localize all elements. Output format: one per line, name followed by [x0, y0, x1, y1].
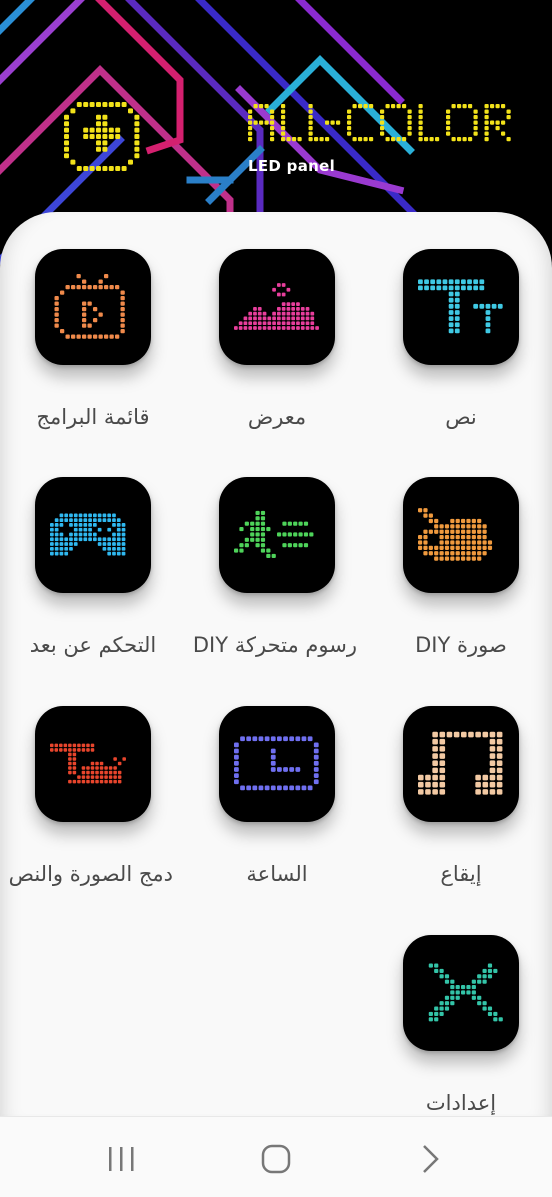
gamepad-icon [50, 513, 126, 556]
app-item-text-image-merge[interactable]: دمج الصورة والنص [8, 706, 173, 886]
palette-icon [418, 508, 493, 561]
app-tile[interactable] [403, 249, 519, 365]
home-icon[interactable] [246, 1139, 306, 1179]
app-label: رسوم متحركة DIY [192, 633, 357, 657]
clock-icon [234, 736, 319, 791]
app-item-running-man[interactable]: رسوم متحركة DIY [192, 477, 357, 657]
app-item-palette[interactable]: صورة DIY [381, 477, 541, 657]
app-item-gamepad[interactable]: التحكم عن بعد [13, 477, 173, 657]
running-man-icon [234, 510, 314, 559]
app-item-tv-play[interactable]: قائمة البرامج [13, 249, 173, 429]
app-tile[interactable] [35, 477, 151, 593]
app-label: نص [445, 405, 477, 429]
app-label: إيقاع [440, 862, 482, 886]
app-label: صورة DIY [415, 633, 507, 657]
app-item-text[interactable]: نص [381, 249, 541, 429]
app-label: إعدادات [425, 1091, 497, 1115]
add-panel-icon[interactable] [62, 98, 142, 178]
app-tile[interactable] [35, 249, 151, 365]
text-icon [418, 279, 503, 334]
music-note-icon [418, 731, 503, 795]
app-item-mountain-image[interactable]: معرض [197, 249, 357, 429]
app-label: الساعة [246, 862, 308, 886]
app-tile[interactable] [219, 706, 335, 822]
tv-play-icon [54, 274, 125, 339]
app-tile[interactable] [219, 249, 335, 365]
tools-icon [428, 963, 503, 1022]
app-label: دمج الصورة والنص [8, 862, 173, 886]
text-image-merge-icon [50, 743, 126, 784]
app-tile[interactable] [35, 706, 151, 822]
app-label: قائمة البرامج [36, 405, 150, 429]
app-item-tools[interactable]: إعدادات [381, 935, 541, 1115]
mountain-image-icon [234, 283, 319, 330]
recent-apps-icon[interactable] [92, 1139, 152, 1179]
app-grid: قائمة البرامج معرض نص التحكم عن بعد رسوم متح… [0, 212, 552, 1117]
back-icon[interactable] [400, 1139, 460, 1179]
app-tile[interactable] [219, 477, 335, 593]
app-tile[interactable] [403, 477, 519, 593]
app-item-music-note[interactable]: إيقاع [381, 706, 541, 886]
brand-subtitle: LED panel [248, 157, 336, 175]
brand-title-logo [248, 104, 511, 142]
app-tile[interactable] [403, 706, 519, 822]
app-label: معرض [247, 405, 307, 429]
app-label: التحكم عن بعد [29, 633, 157, 657]
app-item-clock[interactable]: الساعة [197, 706, 357, 886]
system-navigation-bar [0, 1116, 552, 1197]
app-tile[interactable] [403, 935, 519, 1051]
